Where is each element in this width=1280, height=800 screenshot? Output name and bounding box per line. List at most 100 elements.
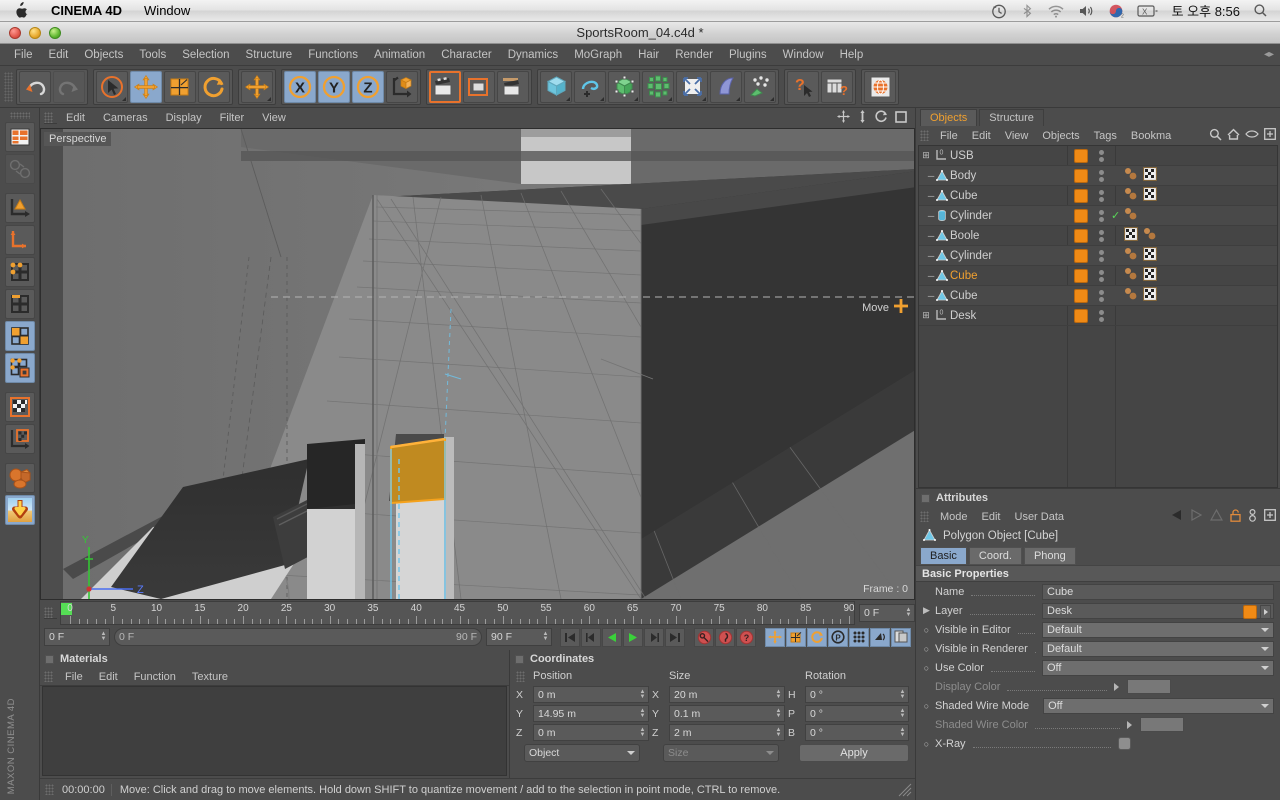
viewport-3d[interactable]: Y Z X Perspective Move bbox=[40, 128, 915, 600]
use-color-dropdown[interactable]: Off bbox=[1042, 659, 1274, 676]
visibility-dots[interactable] bbox=[1099, 149, 1104, 162]
menu-file[interactable]: File bbox=[6, 47, 41, 63]
redo-icon[interactable] bbox=[53, 70, 85, 103]
menu-structure[interactable]: Structure bbox=[238, 47, 301, 63]
step-back-icon[interactable] bbox=[581, 627, 601, 647]
mograph-particles-icon[interactable] bbox=[744, 70, 776, 103]
range-end-spinner[interactable]: ▲ ▼ bbox=[542, 630, 549, 644]
display-color-expand-icon[interactable] bbox=[1113, 682, 1119, 691]
forward-arrow-icon[interactable] bbox=[1190, 508, 1203, 524]
rotate-view-icon[interactable] bbox=[875, 110, 888, 126]
cube-primitive-icon[interactable] bbox=[540, 70, 572, 103]
rotation-b-spinner[interactable]: ▲ ▼ bbox=[899, 726, 906, 739]
object-tree[interactable]: ⊞ 0 USB ─ Body ─ Cube ─ Cylinder ✓ ─ Boo… bbox=[918, 145, 1278, 488]
back-arrow-icon[interactable] bbox=[1170, 509, 1183, 524]
size-z-spinner[interactable]: ▲ ▼ bbox=[775, 726, 782, 739]
viewport-menu-display[interactable]: Display bbox=[157, 111, 211, 125]
list-item[interactable]: ─ Body bbox=[919, 166, 1277, 186]
step-forward-icon[interactable] bbox=[644, 627, 664, 647]
viewport-menu-edit[interactable]: Edit bbox=[57, 111, 94, 125]
point-level-anim-icon[interactable] bbox=[849, 627, 869, 647]
pin-icon[interactable] bbox=[1248, 508, 1257, 525]
texture-tag-icon[interactable] bbox=[1143, 187, 1157, 204]
list-item[interactable]: ─ Cylinder bbox=[919, 246, 1277, 266]
param-key-icon[interactable]: P bbox=[828, 627, 848, 647]
add-panel-icon[interactable] bbox=[1264, 509, 1276, 524]
web-globe-icon[interactable] bbox=[864, 70, 896, 103]
toolbar-grip[interactable] bbox=[4, 71, 13, 102]
position-x-spinner[interactable]: ▲ ▼ bbox=[639, 688, 646, 701]
wifi-icon[interactable] bbox=[1047, 4, 1065, 18]
apply-button[interactable]: Apply bbox=[799, 744, 909, 762]
materials-grip[interactable] bbox=[44, 671, 53, 682]
layer-color-chip[interactable] bbox=[1074, 188, 1088, 203]
array-modeling-icon[interactable] bbox=[642, 70, 674, 103]
xray-checkbox[interactable] bbox=[1118, 737, 1132, 750]
materials-menu-edit[interactable]: Edit bbox=[91, 671, 126, 683]
point-mode-icon[interactable] bbox=[4, 257, 35, 287]
texture-tag-icon[interactable] bbox=[1143, 267, 1157, 284]
uv-polygon-mode-icon[interactable] bbox=[4, 353, 35, 383]
objects-menu-bookmarks[interactable]: Bookma bbox=[1124, 130, 1178, 142]
viewport-menu-filter[interactable]: Filter bbox=[211, 111, 253, 125]
tab-objects[interactable]: Objects bbox=[920, 109, 978, 126]
layer-color-chip[interactable] bbox=[1243, 604, 1257, 619]
scale-tool-icon[interactable] bbox=[164, 70, 196, 103]
anim-track-bullet-icon[interactable]: ○ bbox=[922, 663, 931, 673]
layer-field[interactable]: Desk bbox=[1042, 602, 1274, 619]
menu-edit[interactable]: Edit bbox=[41, 47, 77, 63]
layer-color-chip[interactable] bbox=[1074, 148, 1088, 163]
current-frame-spinner[interactable]: ▲ ▼ bbox=[905, 606, 912, 620]
lock-x-axis-icon[interactable]: X bbox=[284, 70, 316, 103]
position-z-field[interactable]: 0 m ▲ ▼ bbox=[533, 724, 649, 741]
list-item[interactable]: ─ Cylinder ✓ bbox=[919, 206, 1277, 226]
menu-dynamics[interactable]: Dynamics bbox=[500, 47, 566, 63]
attributes-grip[interactable] bbox=[920, 511, 929, 522]
texture-mode-icon[interactable] bbox=[4, 392, 35, 422]
viewport-menu-cameras[interactable]: Cameras bbox=[94, 111, 157, 125]
object-axis-mode-icon[interactable] bbox=[4, 225, 35, 255]
menu-window[interactable]: Window bbox=[775, 47, 832, 63]
go-to-end-icon[interactable] bbox=[665, 627, 685, 647]
texture-axis-icon[interactable] bbox=[4, 424, 35, 454]
model-object-mode-icon[interactable] bbox=[4, 154, 35, 184]
polygon-mode-icon[interactable] bbox=[4, 321, 35, 351]
attributes-menu-user-data[interactable]: User Data bbox=[1008, 511, 1072, 523]
shaded-wire-color-swatch[interactable] bbox=[1140, 717, 1185, 732]
anim-track-bullet-icon[interactable]: ○ bbox=[922, 644, 931, 654]
current-frame-field[interactable]: 0 F ▲ ▼ bbox=[859, 604, 915, 622]
objects-menu-objects[interactable]: Objects bbox=[1035, 130, 1086, 142]
anim-track-bullet-icon[interactable]: ○ bbox=[922, 625, 931, 635]
name-input[interactable]: Cube bbox=[1042, 583, 1274, 600]
tab-structure[interactable]: Structure bbox=[979, 109, 1044, 126]
size-y-field[interactable]: 0.1 m ▲ ▼ bbox=[669, 705, 785, 722]
attributes-panel-icon[interactable] bbox=[921, 493, 930, 503]
generator-nurbs-icon[interactable] bbox=[608, 70, 640, 103]
menu-plugins[interactable]: Plugins bbox=[721, 47, 775, 63]
size-y-spinner[interactable]: ▲ ▼ bbox=[775, 707, 782, 720]
shaded-wire-mode-dropdown[interactable]: Off bbox=[1043, 697, 1274, 714]
macos-clock[interactable]: 토 오후 8:56 bbox=[1172, 1, 1240, 20]
menu-functions[interactable]: Functions bbox=[300, 47, 366, 63]
texture-tag-icon[interactable] bbox=[1143, 287, 1157, 304]
viewport-grip[interactable] bbox=[44, 112, 53, 123]
coordinates-grip[interactable] bbox=[516, 670, 525, 682]
render-region-icon[interactable] bbox=[463, 70, 495, 103]
search-icon[interactable] bbox=[1209, 128, 1222, 144]
korean-flag-icon[interactable]: 2 bbox=[1108, 3, 1124, 19]
size-x-spinner[interactable]: ▲ ▼ bbox=[775, 688, 782, 701]
mode-toolbar-grip[interactable] bbox=[9, 112, 30, 119]
move-tool-icon[interactable] bbox=[130, 70, 162, 103]
go-to-start-icon[interactable] bbox=[560, 627, 580, 647]
materials-panel-icon[interactable] bbox=[45, 654, 54, 664]
layer-color-chip[interactable] bbox=[1074, 228, 1088, 243]
help-cursor-icon[interactable]: ? bbox=[787, 70, 819, 103]
timeline-scrub-bar[interactable]: 0 F 90 F bbox=[114, 628, 482, 646]
material-tag-icon[interactable] bbox=[1124, 267, 1138, 284]
size-mode-select[interactable]: Size bbox=[663, 744, 779, 762]
render-view-icon[interactable] bbox=[429, 70, 461, 103]
apple-menu-icon[interactable] bbox=[14, 2, 28, 19]
material-tag-icon[interactable] bbox=[1124, 187, 1138, 204]
layer-color-chip[interactable] bbox=[1074, 248, 1088, 263]
objects-menu-file[interactable]: File bbox=[933, 130, 965, 142]
